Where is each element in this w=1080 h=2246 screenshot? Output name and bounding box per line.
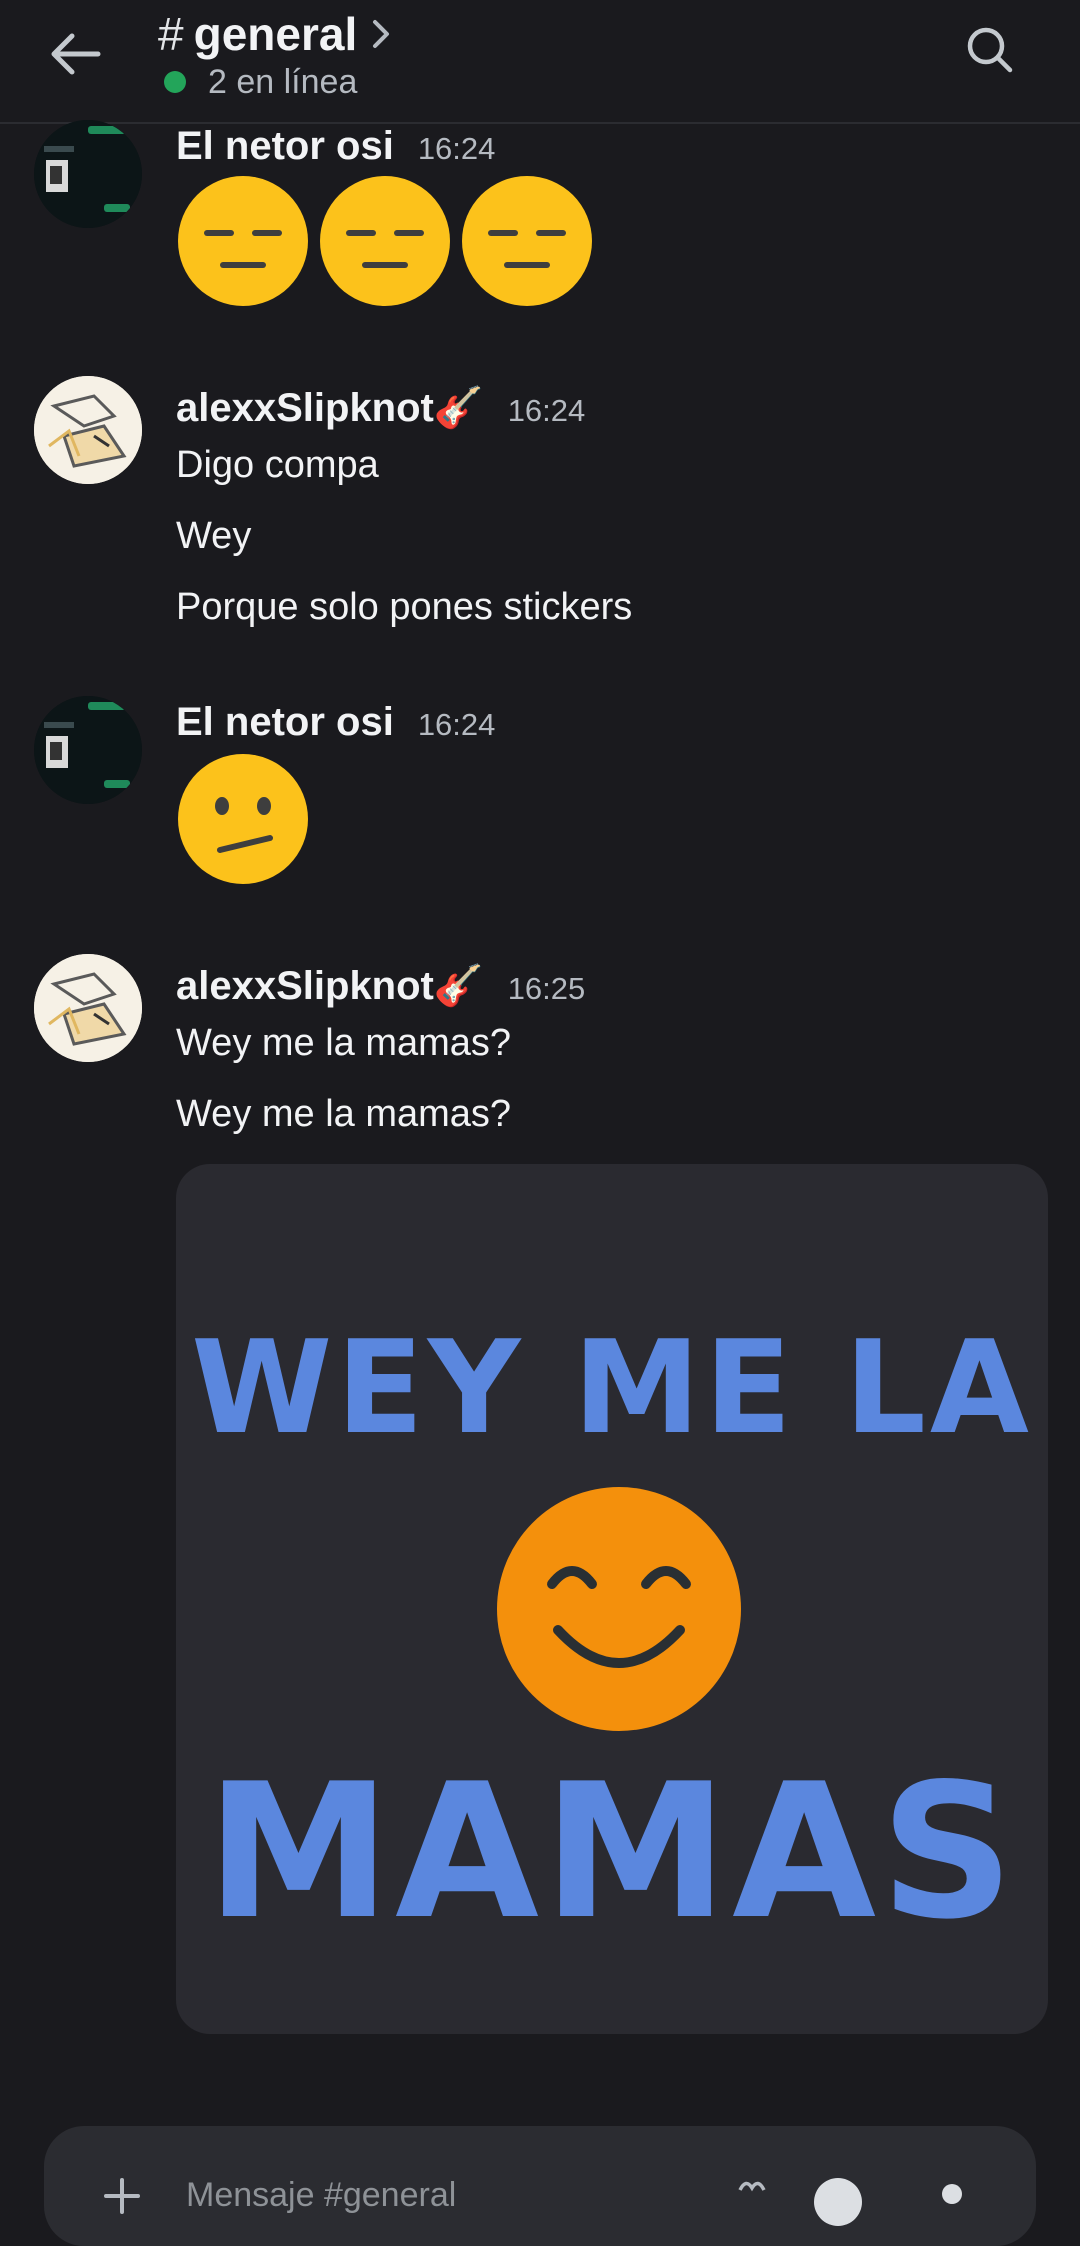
search-icon[interactable] xyxy=(960,20,1020,80)
timestamp: 16:24 xyxy=(507,393,586,428)
username[interactable]: alexxSlipknot🎸 xyxy=(176,384,484,431)
message-text: Wey me la mamas? xyxy=(176,1093,512,1135)
gift-icon[interactable] xyxy=(732,2176,772,2216)
expressionless-emoji-icon[interactable] xyxy=(318,174,452,308)
message-text: Wey xyxy=(176,515,252,557)
message-group: El netor osi 16:24 xyxy=(0,696,1080,890)
username[interactable]: El netor osi xyxy=(176,124,394,169)
avatar-image xyxy=(34,376,142,484)
expressionless-emoji-icon[interactable] xyxy=(176,174,310,308)
online-status: 2 en línea xyxy=(164,62,357,102)
message-text: Digo compa xyxy=(176,444,379,486)
avatar-image xyxy=(34,696,142,804)
channel-title[interactable]: # general xyxy=(158,6,395,62)
channel-header: # general 2 en línea xyxy=(0,0,1080,124)
sticker-top-text: WEY ME LA xyxy=(191,1314,1033,1463)
sticker-image[interactable]: WEY ME LA MAMAS xyxy=(176,1164,1048,2034)
avatar-image xyxy=(34,120,142,228)
expressionless-emoji-icon[interactable] xyxy=(460,174,594,308)
confused-emoji-icon[interactable] xyxy=(176,752,310,886)
smiling-face-icon xyxy=(497,1487,741,1731)
online-dot-icon xyxy=(164,71,186,93)
plus-icon[interactable] xyxy=(102,2176,142,2216)
avatar-image xyxy=(34,954,142,1062)
username[interactable]: El netor osi xyxy=(176,700,394,745)
avatar[interactable] xyxy=(34,696,142,804)
username[interactable]: alexxSlipknot🎸 xyxy=(176,962,484,1009)
timestamp: 16:24 xyxy=(417,131,496,166)
avatar[interactable] xyxy=(34,120,142,228)
chevron-right-icon xyxy=(373,20,390,48)
message-text: Porque solo pones stickers xyxy=(176,586,633,628)
online-count: 2 en línea xyxy=(208,62,358,101)
message-text: Wey me la mamas? xyxy=(176,1022,512,1064)
timestamp: 16:24 xyxy=(417,707,496,742)
emoji-button-icon[interactable] xyxy=(814,2178,862,2226)
back-arrow-icon[interactable] xyxy=(44,22,108,86)
mic-button-icon[interactable] xyxy=(942,2184,962,2204)
sticker-bottom-text: MAMAS xyxy=(205,1743,1019,1960)
avatar[interactable] xyxy=(34,376,142,484)
hash-icon: # xyxy=(158,8,184,60)
timestamp: 16:25 xyxy=(507,971,586,1006)
message-group: alexxSlipknot🎸 16:24 Digo compa Wey Porq… xyxy=(0,376,1080,644)
avatar[interactable] xyxy=(34,954,142,1062)
message-group: alexxSlipknot🎸 16:25 Wey me la mamas? We… xyxy=(0,954,1080,1162)
channel-name: general xyxy=(193,8,358,60)
